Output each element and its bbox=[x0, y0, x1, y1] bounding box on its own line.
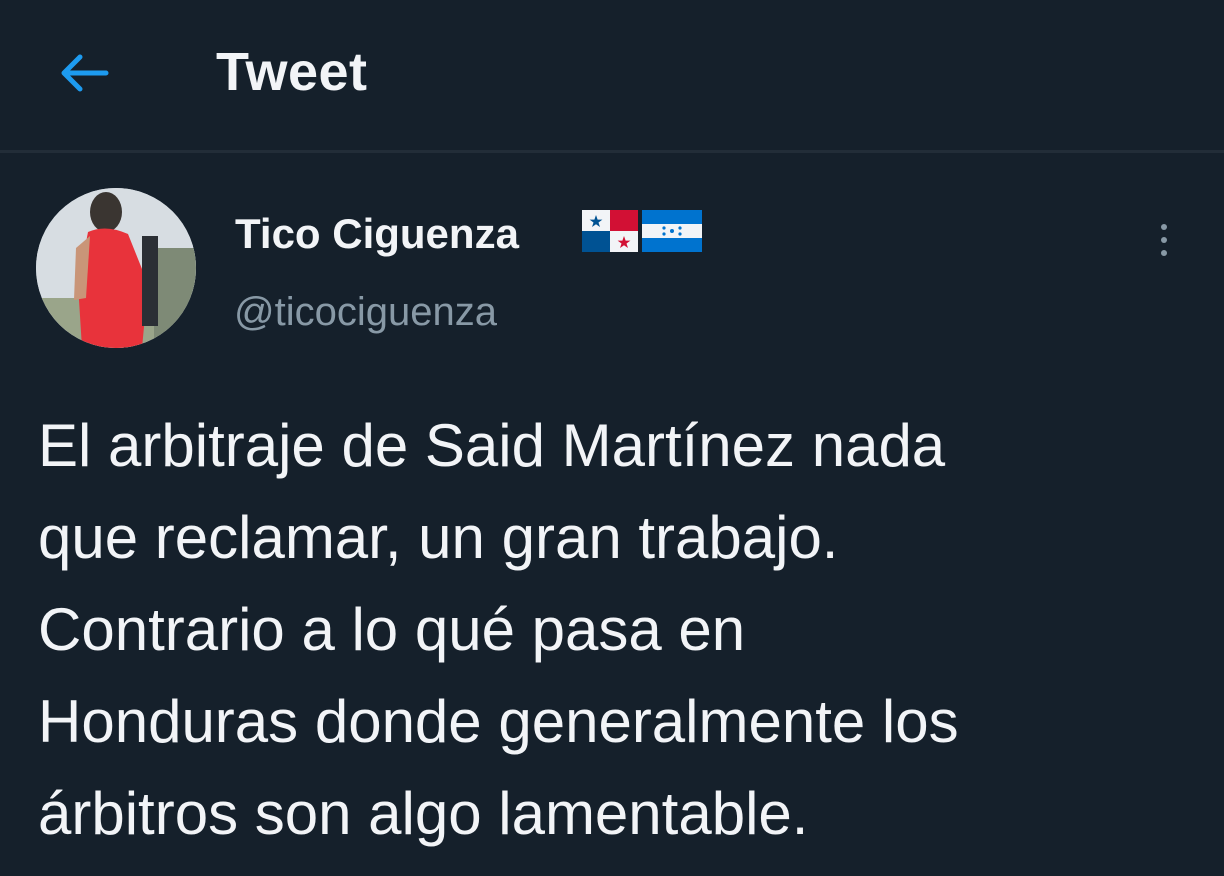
top-app-bar: Tweet bbox=[0, 0, 1224, 150]
profile-photo bbox=[36, 188, 196, 348]
more-vertical-icon-dot bbox=[1161, 224, 1167, 230]
tweet-text-line: El arbitraje de Said Martínez nada bbox=[38, 412, 946, 479]
tweet-text-line: Contrario a lo qué pasa en bbox=[38, 596, 746, 663]
author-handle[interactable]: @ticociguenza bbox=[234, 288, 497, 336]
tweet-text-line: árbitros son algo lamentable. bbox=[38, 780, 809, 847]
back-button[interactable] bbox=[52, 45, 116, 101]
more-vertical-icon-dot bbox=[1161, 237, 1167, 243]
tweet-text-line: Honduras donde generalmente los bbox=[38, 688, 959, 755]
more-options-button[interactable] bbox=[1146, 210, 1182, 270]
author-flags bbox=[582, 210, 702, 252]
arrow-left-icon bbox=[61, 54, 109, 92]
page-title: Tweet bbox=[216, 42, 368, 102]
header-divider bbox=[0, 150, 1224, 153]
avatar[interactable] bbox=[36, 188, 196, 348]
tweet-text: El arbitraje de Said Martínez nada que r… bbox=[38, 400, 1208, 860]
honduras-flag-icon bbox=[642, 210, 702, 252]
tweet-text-line: que reclamar, un gran trabajo. bbox=[38, 504, 839, 571]
panama-flag-icon bbox=[582, 210, 638, 252]
more-vertical-icon-dot bbox=[1161, 250, 1167, 256]
author-name[interactable]: Tico Ciguenza bbox=[235, 208, 519, 260]
